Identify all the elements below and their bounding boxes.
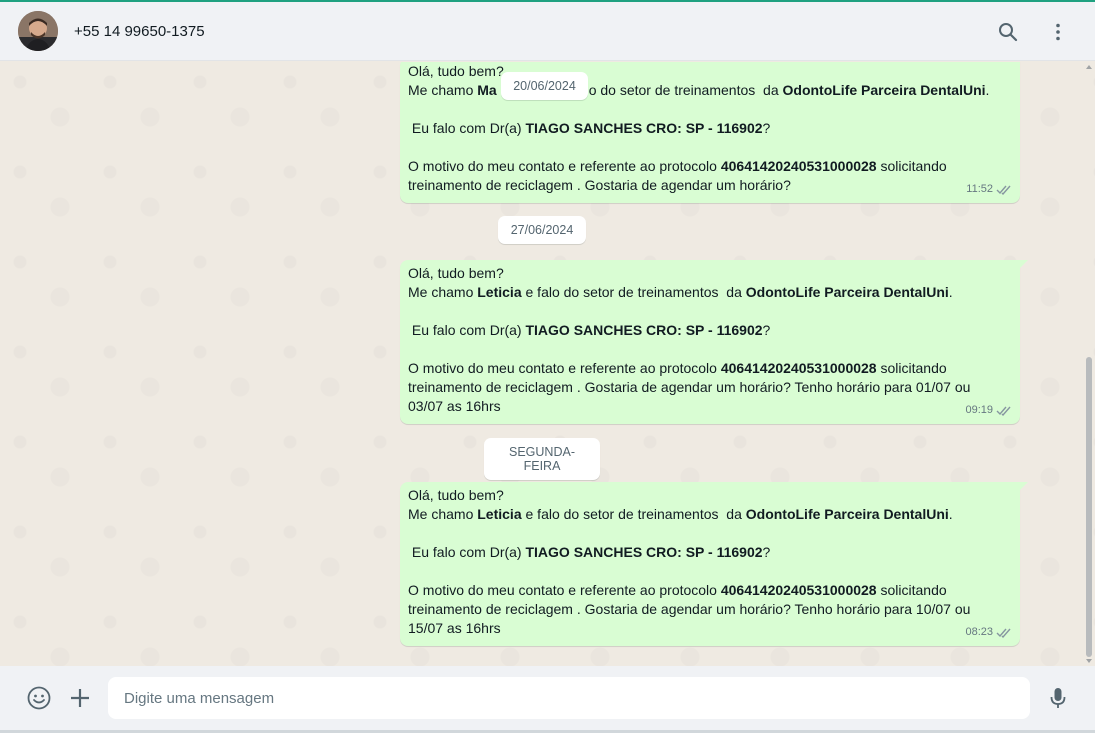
microphone-icon[interactable] (1046, 686, 1070, 710)
message-time: 08:23 (965, 626, 993, 638)
message-meta: 08:23 (965, 623, 1012, 642)
chat-header: +55 14 99650-1375 (0, 2, 1095, 61)
message-line: Eu falo com Dr(a) TIAGO SANCHES CRO: SP … (408, 120, 771, 136)
emoji-icon[interactable] (27, 686, 51, 710)
scroll-up-arrow-icon[interactable] (1086, 65, 1092, 69)
message-line: O motivo do meu contato e referente ao p… (408, 360, 947, 376)
contact-avatar[interactable] (18, 11, 58, 51)
kebab-menu-icon[interactable] (1046, 20, 1070, 44)
message-line: Me chamo Leticia e falo do setor de trei… (408, 506, 953, 522)
double-check-icon (996, 406, 1011, 416)
message-line: Olá, tudo bem? (408, 265, 504, 281)
date-divider: 27/06/2024 (498, 216, 586, 244)
date-divider: SEGUNDA-FEIRA (484, 438, 600, 480)
message-line: treinamento de reciclagem . Gostaria de … (408, 379, 971, 395)
chat-scrollbar[interactable] (1085, 62, 1093, 666)
search-icon[interactable] (996, 20, 1020, 44)
message-line: 03/07 as 16hrs (408, 398, 501, 414)
message-meta: 09:19 (965, 401, 1012, 420)
double-check-icon (996, 628, 1011, 638)
message-bubble[interactable]: Olá, tudo bem? Me chamo Ma o do setor de … (400, 62, 1020, 203)
message-line: treinamento de reciclagem . Gostaria de … (408, 601, 971, 617)
message-line: Me chamo Leticia e falo do setor de trei… (408, 284, 953, 300)
message-line: Olá, tudo bem? (408, 63, 504, 79)
date-divider: 20/06/2024 (501, 72, 588, 100)
double-check-icon (996, 185, 1011, 195)
message-line: Eu falo com Dr(a) TIAGO SANCHES CRO: SP … (408, 322, 771, 338)
message-bubble[interactable]: Olá, tudo bem? Me chamo Leticia e falo d… (400, 260, 1028, 424)
message-composer (0, 666, 1095, 730)
message-line: treinamento de reciclagem . Gostaria de … (408, 177, 791, 193)
message-line: Eu falo com Dr(a) TIAGO SANCHES CRO: SP … (408, 544, 771, 560)
message-line: Olá, tudo bem? (408, 487, 504, 503)
message-time: 09:19 (965, 404, 993, 416)
scrollbar-thumb[interactable] (1086, 357, 1092, 657)
message-bubble[interactable]: Olá, tudo bem? Me chamo Leticia e falo d… (400, 482, 1028, 646)
plus-icon[interactable] (68, 686, 92, 710)
message-line: 15/07 as 16hrs (408, 620, 501, 636)
message-input[interactable] (108, 677, 1030, 719)
chat-messages-area[interactable]: Olá, tudo bem? Me chamo Ma o do setor de … (0, 62, 1095, 666)
message-line: O motivo do meu contato e referente ao p… (408, 158, 947, 174)
scroll-down-arrow-icon[interactable] (1086, 659, 1092, 663)
contact-name[interactable]: +55 14 99650-1375 (74, 23, 205, 40)
message-meta: 11:52 (966, 180, 1012, 199)
message-line: O motivo do meu contato e referente ao p… (408, 582, 947, 598)
message-time: 11:52 (966, 183, 993, 195)
message-line: Me chamo Ma o do setor de treinamentos da… (408, 82, 990, 98)
